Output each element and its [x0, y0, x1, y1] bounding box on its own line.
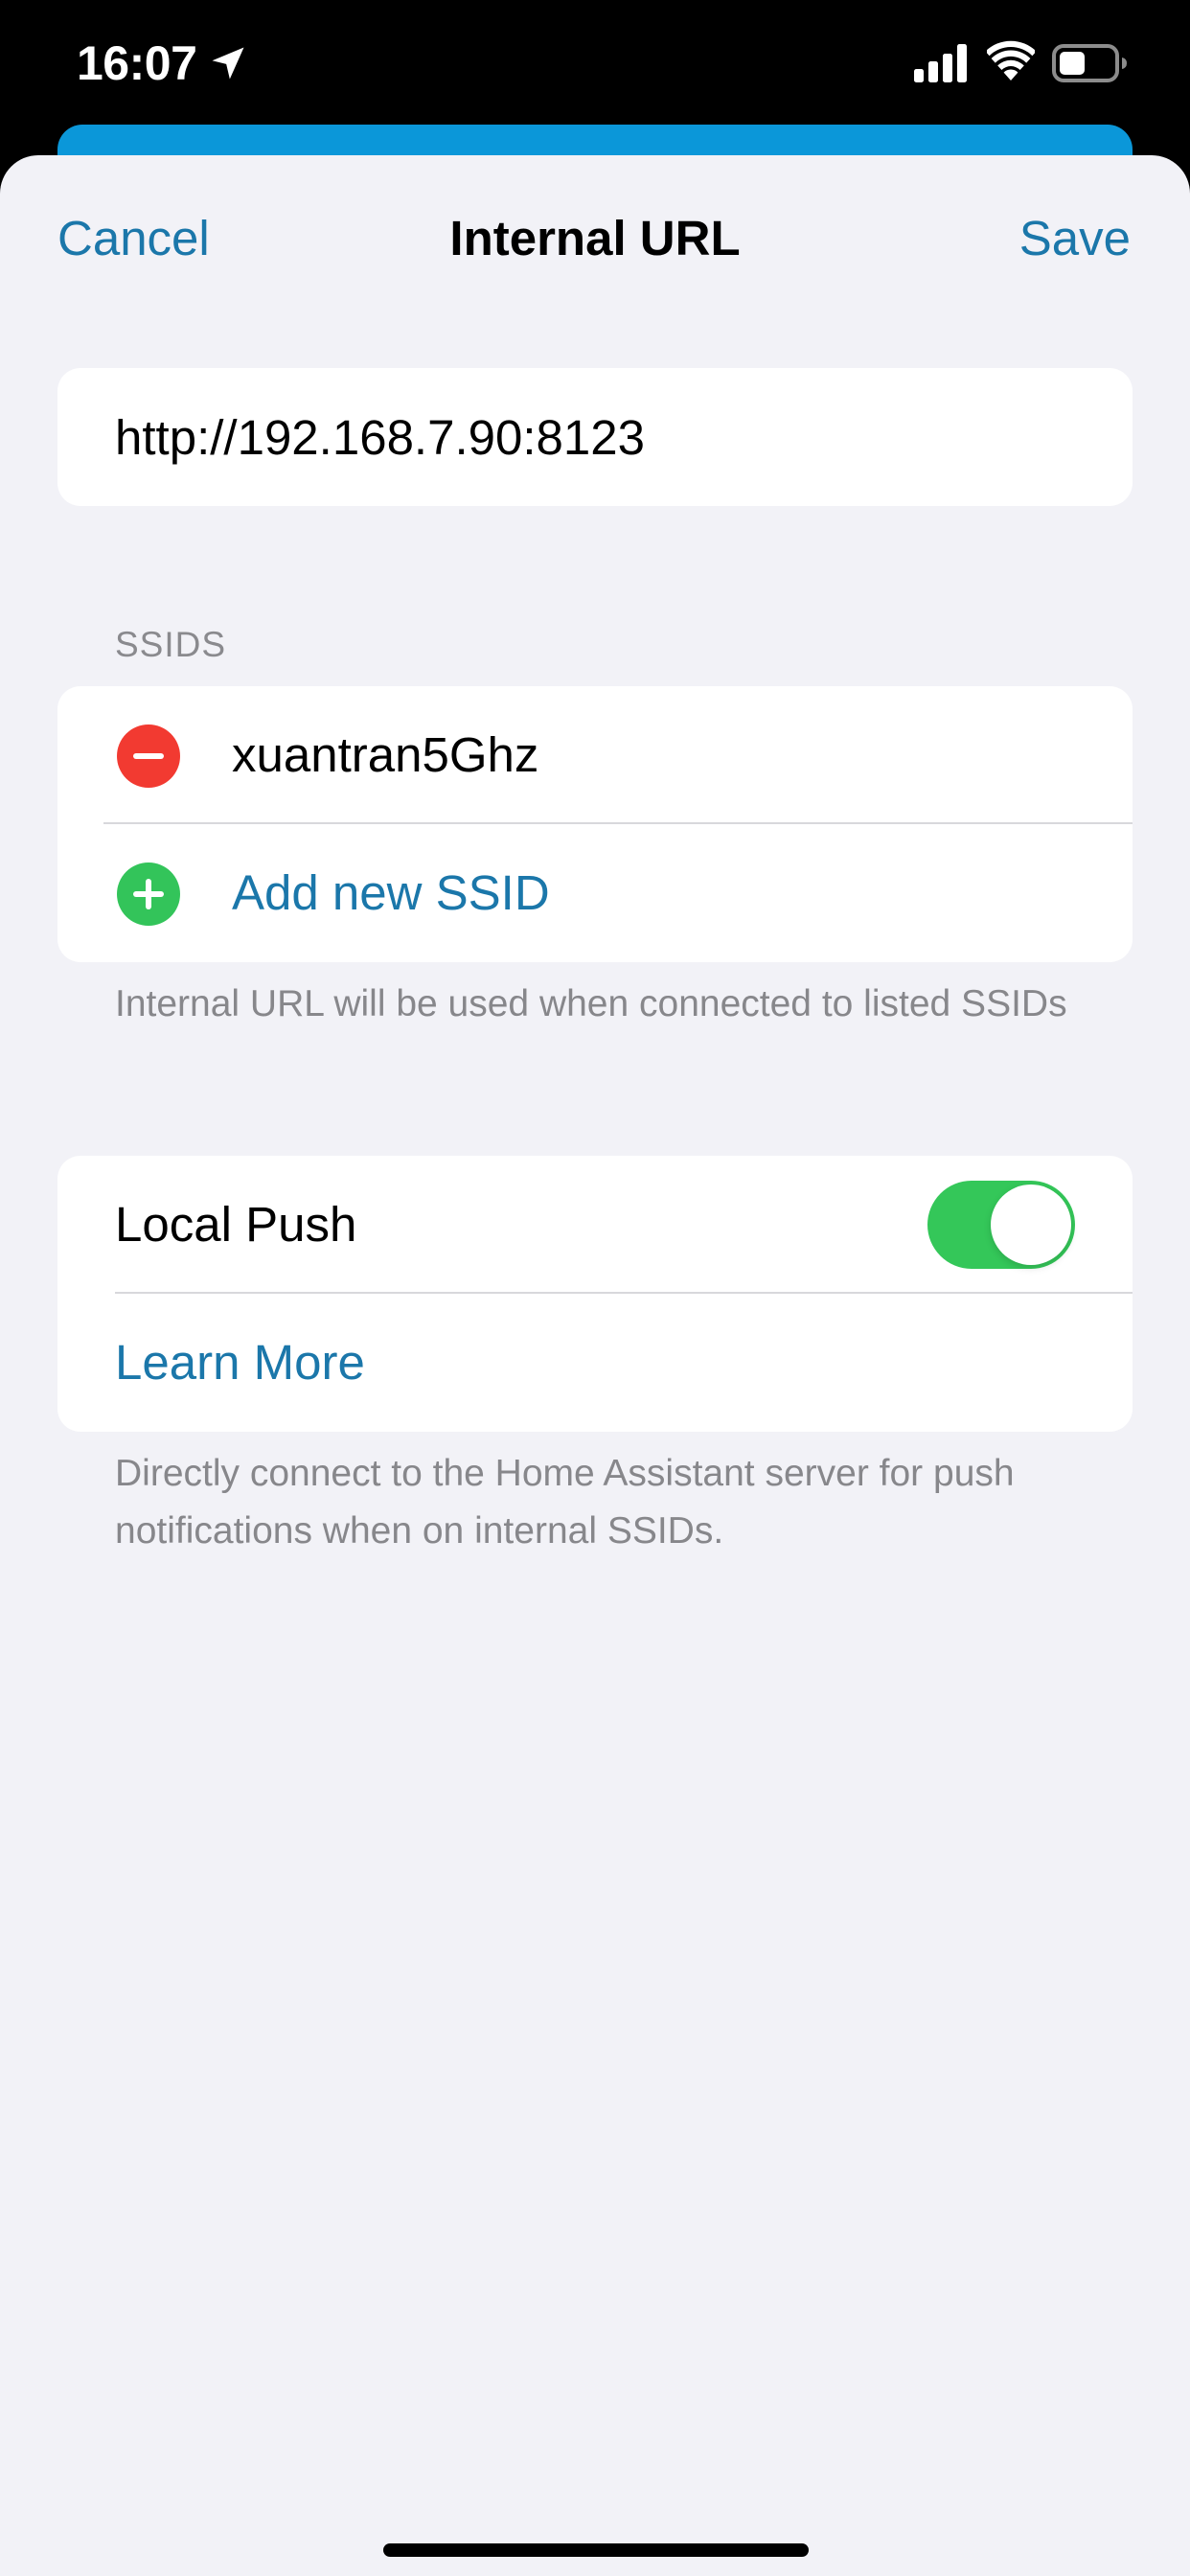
wifi-icon	[987, 40, 1035, 80]
screen: 16:07 Cancel Internal URL Save http://19…	[0, 0, 1190, 2576]
ssid-label: xuantran5Ghz	[232, 727, 539, 782]
local-push-toggle[interactable]	[927, 1181, 1075, 1269]
navigation-bar: Cancel Internal URL Save	[0, 155, 1190, 318]
status-time: 16:07	[77, 36, 197, 90]
learn-more-link[interactable]: Learn More	[115, 1294, 365, 1432]
cellular-signal-icon	[914, 44, 967, 82]
local-push-group: Local Push Learn More	[57, 1156, 1133, 1432]
ssids-group: xuantran5Ghz Add new SSID	[57, 686, 1133, 962]
add-ssid-row[interactable]: Add new SSID	[57, 824, 1133, 962]
battery-icon	[1052, 44, 1127, 82]
local-push-footer-text: Directly connect to the Home Assistant s…	[115, 1453, 1015, 1552]
internal-url-input[interactable]	[115, 368, 1073, 506]
page-title: Internal URL	[449, 211, 741, 265]
location-arrow-icon	[212, 47, 244, 80]
local-push-label: Local Push	[115, 1197, 357, 1252]
ssids-section-header: SSIDS	[115, 625, 227, 664]
toggle-knob	[991, 1184, 1071, 1265]
save-button[interactable]: Save	[1019, 205, 1131, 272]
add-ssid-button[interactable]: Add new SSID	[232, 824, 550, 962]
home-indicator	[383, 2543, 809, 2557]
url-field-group	[57, 368, 1133, 506]
ssids-footer-text: Internal URL will be used when connected…	[115, 983, 1067, 1024]
add-circle-icon[interactable]	[117, 862, 180, 926]
remove-circle-icon[interactable]	[117, 724, 180, 788]
ssid-row: xuantran5Ghz	[57, 686, 1133, 824]
modal-sheet: Cancel Internal URL Save SSIDS xuantran5…	[0, 155, 1190, 2576]
status-bar: 16:07	[0, 0, 1190, 134]
